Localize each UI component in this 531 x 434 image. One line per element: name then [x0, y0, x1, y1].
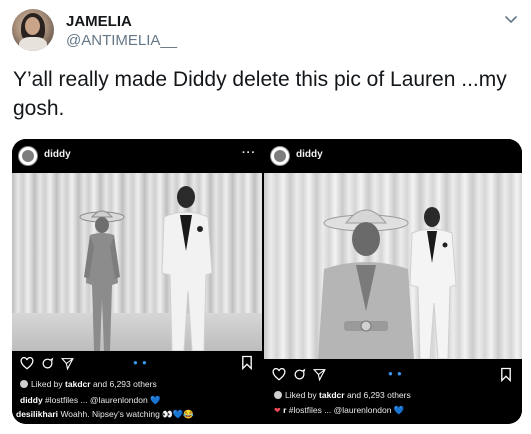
instagram-avatar: [270, 146, 290, 166]
caption-text: #lostfiles ... @laurenlondon 💙: [288, 405, 405, 415]
liked-user[interactable]: takdcr: [65, 379, 91, 389]
caption-user[interactable]: diddy: [20, 395, 43, 405]
display-name[interactable]: JAMELIA: [66, 13, 132, 30]
comment-text: Woahh. Nipsey’s watching 👀💙😂: [60, 409, 194, 419]
caption-user[interactable]: r: [283, 405, 286, 415]
instagram-post-right[interactable]: diddy ● ● Liked by takdcr and 6,293 othe…: [264, 139, 522, 424]
carousel-dots: ● ●: [388, 369, 403, 378]
comment-user[interactable]: desilikhari: [16, 409, 58, 419]
post-caption: ❤ r #lostfiles ... @laurenlondon 💙: [274, 405, 404, 416]
comment-bubble-icon[interactable]: [293, 368, 306, 381]
tweet-text: Y’all really made Diddy delete this pic …: [13, 68, 507, 120]
send-icon[interactable]: [313, 368, 326, 381]
liked-suffix: and 6,293 others: [92, 379, 157, 389]
post-caption: diddy #lostfiles ... @laurenlondon 💙: [20, 395, 161, 406]
user-handle[interactable]: @ANTIMELIA__: [66, 32, 177, 49]
post-comment: desilikhari Woahh. Nipsey’s watching 👀💙😂: [16, 409, 194, 420]
ellipsis-icon: ···: [242, 147, 256, 159]
carousel-dots: ● ●: [133, 358, 148, 367]
send-icon[interactable]: [61, 357, 74, 370]
avatar[interactable]: [12, 9, 54, 51]
heart-icon[interactable]: [272, 368, 286, 381]
heart-icon: ❤: [274, 406, 281, 415]
heart-icon[interactable]: [20, 357, 34, 370]
instagram-avatar: [18, 146, 38, 166]
caption-text: #lostfiles ... @laurenlondon 💙: [45, 395, 161, 405]
comment-bubble-icon[interactable]: [41, 357, 54, 370]
bookmark-icon[interactable]: [241, 355, 253, 370]
liked-prefix: Liked by: [31, 379, 63, 389]
instagram-photo: [12, 173, 262, 351]
bookmark-icon[interactable]: [500, 367, 512, 382]
chevron-down-icon[interactable]: [503, 11, 519, 27]
likes-count[interactable]: Liked by takdcr and 6,293 others: [274, 390, 411, 400]
liked-suffix: and 6,293 others: [346, 390, 411, 400]
instagram-username: diddy: [44, 149, 71, 160]
instagram-photo: [264, 173, 522, 359]
instagram-username: diddy: [296, 149, 323, 160]
instagram-post-left[interactable]: diddy ··· ● ● Liked by takdcr and 6,293 …: [12, 139, 262, 424]
liked-user[interactable]: takdcr: [319, 390, 345, 400]
tweet-media[interactable]: diddy ··· ● ● Liked by takdcr and 6,293 …: [12, 139, 522, 424]
likes-count[interactable]: Liked by takdcr and 6,293 others: [20, 379, 157, 389]
liked-prefix: Liked by: [285, 390, 317, 400]
